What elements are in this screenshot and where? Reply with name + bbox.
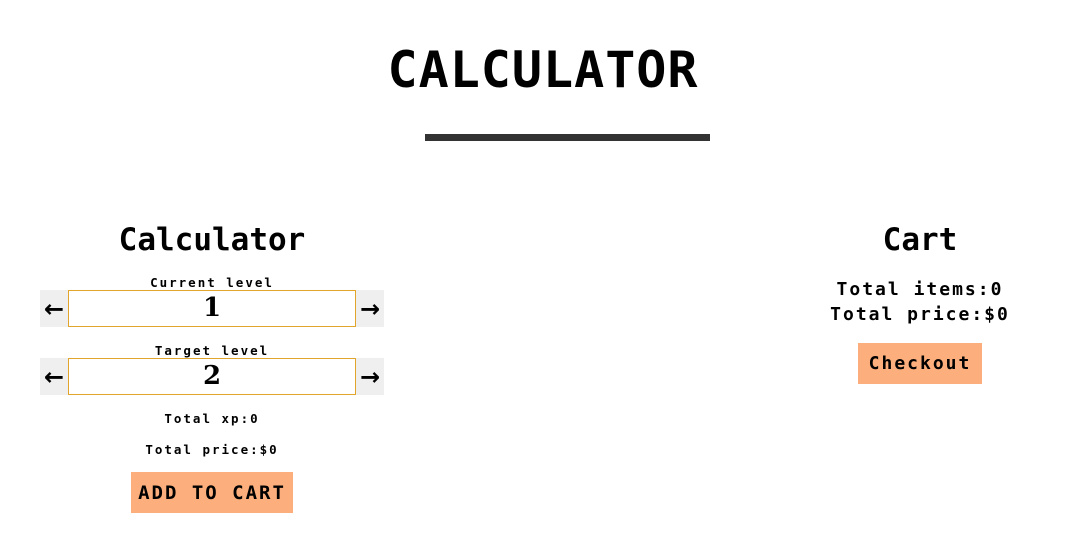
title-divider <box>425 134 710 141</box>
calculator-panel: Calculator Current level ← → Target leve… <box>40 218 384 513</box>
total-xp: Total xp:0 <box>164 411 260 426</box>
cart-heading: Cart <box>882 222 958 258</box>
current-level-stepper: ← → <box>40 290 384 327</box>
page: CALCULATOR Calculator Current level ← → … <box>0 0 1086 546</box>
target-level-stepper: ← → <box>40 358 384 395</box>
target-level-input[interactable] <box>68 358 356 395</box>
calculator-total-price: Total price:$0 <box>145 442 279 457</box>
calculator-heading: Calculator <box>118 222 306 258</box>
checkout-wrapper: Checkout <box>820 343 1020 384</box>
page-title: CALCULATOR <box>387 41 699 99</box>
checkout-button[interactable]: Checkout <box>858 343 982 384</box>
add-to-cart-button[interactable]: ADD TO CART <box>131 472 293 513</box>
target-level-label: Target level <box>154 343 270 358</box>
cart-total-price: Total price:$0 <box>830 304 1010 325</box>
current-level-increase-arrow-icon[interactable]: → <box>356 290 384 327</box>
current-level-label: Current level <box>150 275 274 290</box>
current-level-decrease-arrow-icon[interactable]: ← <box>40 290 68 327</box>
cart-panel: Cart Total items:0 Total price:$0 Checko… <box>820 218 1020 384</box>
target-level-increase-arrow-icon[interactable]: → <box>356 358 384 395</box>
target-level-decrease-arrow-icon[interactable]: ← <box>40 358 68 395</box>
current-level-input[interactable] <box>68 290 356 327</box>
cart-total-items: Total items:0 <box>836 279 1004 300</box>
